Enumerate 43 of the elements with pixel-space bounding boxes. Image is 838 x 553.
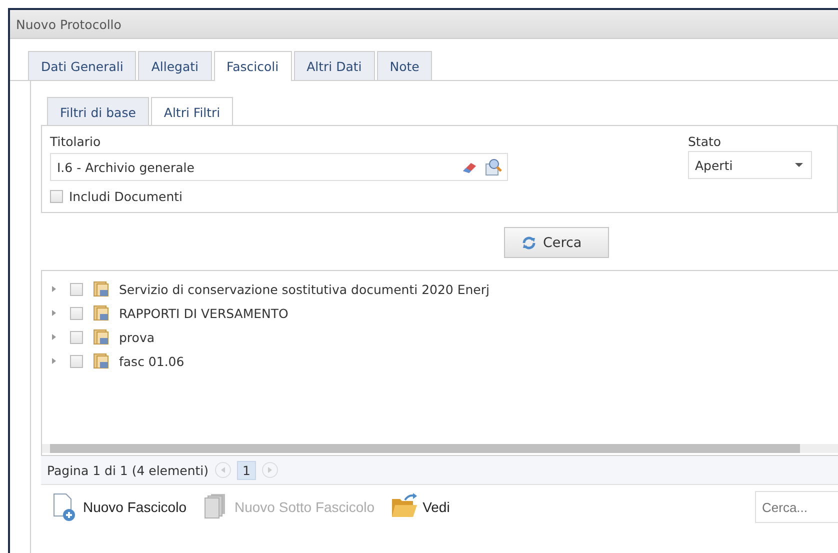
- tab[interactable]: Fascicoli: [214, 51, 292, 81]
- checkbox[interactable]: [70, 330, 83, 344]
- expand-arrow-icon[interactable]: [52, 310, 56, 316]
- checkbox[interactable]: [70, 282, 83, 296]
- folder-icon: [93, 281, 109, 297]
- tree-item[interactable]: RAPPORTI DI VERSAMENTO: [119, 306, 288, 320]
- tree-item[interactable]: fasc 01.06: [119, 354, 184, 368]
- stato-dropdown[interactable]: Aperti: [688, 151, 812, 179]
- field-label: Stato: [688, 134, 722, 149]
- checkbox[interactable]: [70, 306, 83, 320]
- checkbox[interactable]: [50, 190, 63, 203]
- refresh-icon: [521, 234, 537, 250]
- horizontal-scrollbar[interactable]: [42, 444, 838, 453]
- folder-icon: [93, 353, 109, 369]
- field-label: Titolario: [50, 134, 102, 149]
- tree-item[interactable]: Servizio di conservazione sostitutiva documenti 2020 Enerj: [119, 282, 490, 296]
- next-page-icon[interactable]: [262, 462, 278, 478]
- expand-arrow-icon[interactable]: [52, 286, 56, 292]
- expand-arrow-icon[interactable]: [52, 334, 56, 340]
- tree-item[interactable]: prova: [119, 330, 155, 344]
- toolbar-button[interactable]: Nuovo Fascicolo: [47, 493, 190, 521]
- tab[interactable]: Altri Filtri: [150, 97, 234, 127]
- tab[interactable]: Filtri di base: [47, 97, 149, 126]
- expand-arrow-icon[interactable]: [52, 358, 56, 364]
- caret-icon: [795, 163, 803, 167]
- checkbox[interactable]: [70, 354, 83, 368]
- tab[interactable]: Altri Dati: [294, 51, 375, 80]
- tab[interactable]: Dati Generali: [28, 51, 136, 80]
- previous-page-icon[interactable]: [214, 462, 231, 478]
- toolbar-button[interactable]: Vedi: [386, 493, 454, 521]
- tab[interactable]: Note: [376, 51, 432, 80]
- search-icon[interactable]: [485, 158, 503, 176]
- eraser-icon[interactable]: [461, 160, 479, 174]
- folder-icon: [93, 329, 109, 345]
- window-title: Nuovo Protocollo: [16, 16, 122, 32]
- search-field[interactable]: Cerca...: [755, 491, 838, 523]
- search-button[interactable]: Cerca: [504, 227, 609, 258]
- page-button[interactable]: 1: [236, 460, 256, 480]
- folder-icon: [93, 305, 109, 321]
- pager-summary: Pagina 1 di 1 (4 elementi): [47, 462, 209, 478]
- tab[interactable]: Allegati: [138, 51, 212, 80]
- checkbox-label: Includi Documenti: [69, 189, 182, 204]
- titolario-field[interactable]: I.6 - Archivio generale: [50, 153, 508, 181]
